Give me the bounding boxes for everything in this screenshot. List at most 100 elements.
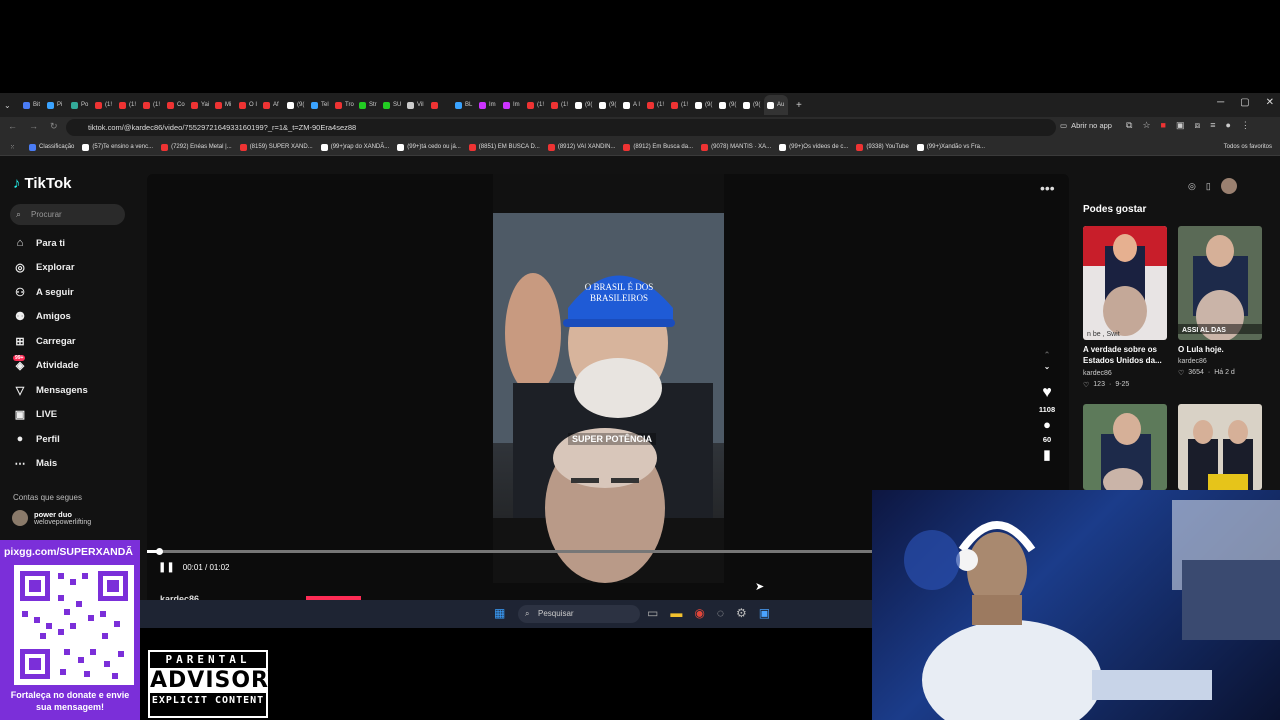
chevron-down-icon[interactable]: ⌄ bbox=[1044, 362, 1050, 371]
close-window-icon[interactable]: ✕ bbox=[1266, 97, 1274, 108]
browser-tab[interactable]: Co bbox=[164, 95, 188, 115]
suggested-thumbnail[interactable] bbox=[1178, 404, 1262, 490]
bookmark-item[interactable]: (9078) MANTIS · XA... bbox=[701, 143, 771, 151]
bookmark-item[interactable]: (9338) YouTube bbox=[856, 143, 909, 151]
browser-tab[interactable]: (9( bbox=[596, 95, 620, 115]
suggested-caption[interactable]: A verdade sobre os Estados Unidos da... bbox=[1083, 344, 1173, 366]
taskbar-search[interactable]: ⌕ Pesquisar bbox=[518, 605, 640, 623]
bookmark-icon[interactable]: ▮ bbox=[1043, 447, 1050, 463]
sidebar-item-para-ti[interactable]: ⌂ Para ti bbox=[13, 233, 133, 253]
browser-tab[interactable]: Str bbox=[356, 95, 380, 115]
new-tab-icon[interactable]: + bbox=[796, 100, 802, 111]
chrome-icon[interactable]: ◉ bbox=[694, 606, 704, 620]
suggested-caption[interactable]: O Lula hoje. bbox=[1178, 344, 1268, 355]
browser-tab[interactable]: (1! bbox=[116, 95, 140, 115]
tab-search-icon[interactable]: ⌄ bbox=[4, 101, 20, 110]
browser-tab[interactable]: A I bbox=[620, 95, 644, 115]
phone-icon[interactable]: ▯ bbox=[1206, 181, 1211, 192]
search-input[interactable]: ⌕ Procurar bbox=[10, 204, 125, 225]
sidebar-item-mensagens[interactable]: ▽ Mensagens bbox=[13, 380, 133, 400]
suggested-thumbnail[interactable] bbox=[1083, 404, 1167, 490]
minimize-icon[interactable]: ─ bbox=[1217, 97, 1224, 108]
bookmark-item[interactable]: (8912) Em Busca da... bbox=[623, 143, 693, 151]
browser-tab[interactable]: (1! bbox=[524, 95, 548, 115]
profile-avatar[interactable]: ● bbox=[1225, 120, 1230, 131]
heart-icon[interactable]: ♥ bbox=[1042, 384, 1052, 402]
maximize-icon[interactable]: ▢ bbox=[1240, 97, 1249, 108]
extension-icon[interactable]: ■ bbox=[1161, 120, 1166, 131]
sidebar-item-carregar[interactable]: ⊞ Carregar bbox=[13, 331, 133, 351]
forward-icon[interactable]: → bbox=[29, 121, 38, 132]
translate-icon[interactable]: ⧉ bbox=[1126, 120, 1132, 131]
browser-tab[interactable]: (1! bbox=[548, 95, 572, 115]
puzzle-icon[interactable]: ⧈ bbox=[1194, 120, 1200, 131]
suggested-author[interactable]: kardec86 bbox=[1083, 370, 1112, 377]
compass-icon[interactable]: ◎ bbox=[1188, 181, 1196, 192]
more-options-icon[interactable]: ••• bbox=[1040, 180, 1055, 196]
suggested-thumbnail[interactable]: ASSI AL DAS bbox=[1178, 226, 1262, 340]
bookmark-item[interactable]: (8159) SUPER XAND... bbox=[239, 143, 313, 151]
bookmark-item[interactable]: (8912) VAI XANDIN... bbox=[547, 143, 615, 151]
bookmark-item[interactable]: (8851) EM BUSCA D... bbox=[468, 143, 540, 151]
bookmark-item[interactable]: (99+)Xandão vs Fra... bbox=[916, 143, 985, 151]
pause-icon[interactable]: ❚❚ bbox=[158, 562, 175, 573]
browser-tab[interactable]: Pi bbox=[44, 95, 68, 115]
sidebar-item-amigos[interactable]: ⚉ Amigos bbox=[13, 306, 133, 326]
all-favorites-link[interactable]: Todos os favoritos bbox=[1224, 144, 1272, 150]
video-progress-handle[interactable] bbox=[156, 548, 163, 555]
browser-tab[interactable]: Tro bbox=[332, 95, 356, 115]
browser-tab[interactable]: Yai bbox=[188, 95, 212, 115]
screenshot-icon[interactable]: ▣ bbox=[1176, 120, 1185, 131]
reload-icon[interactable]: ↻ bbox=[50, 121, 58, 132]
app-icon[interactable]: ◌ bbox=[717, 606, 724, 620]
suggested-thumbnail[interactable]: n be , Swit bbox=[1083, 226, 1167, 340]
tiktok-logo[interactable]: ♪ TikTok bbox=[13, 175, 71, 192]
video-frame[interactable]: O BRASIL É DOS BRASILEIROS bbox=[493, 213, 724, 583]
chevron-up-icon[interactable]: ⌃ bbox=[1044, 350, 1050, 359]
windows-start-icon[interactable]: ▦ bbox=[494, 606, 505, 620]
bookmark-item[interactable]: (7292) Enéas Metal |... bbox=[161, 143, 232, 151]
browser-tab[interactable]: Po bbox=[68, 95, 92, 115]
video-progress-track[interactable] bbox=[147, 550, 872, 553]
url-input[interactable]: tiktok.com/@kardec86/video/7552972164933… bbox=[66, 119, 1056, 136]
browser-tab[interactable]: O I bbox=[236, 95, 260, 115]
browser-tab[interactable]: (1! bbox=[668, 95, 692, 115]
task-view-icon[interactable]: ▭ bbox=[647, 606, 658, 620]
bookmark-item[interactable]: (99+)tá cedo ou já... bbox=[397, 143, 461, 151]
following-account[interactable]: power duo welovepowerlifting bbox=[12, 510, 91, 526]
settings-icon[interactable]: ⚙ bbox=[736, 606, 747, 620]
browser-tab[interactable]: BL bbox=[452, 95, 476, 115]
sidebar-item-a-seguir[interactable]: ⚇ A seguir bbox=[13, 282, 133, 302]
browser-tab[interactable]: (9( bbox=[740, 95, 764, 115]
folder-icon[interactable]: ▬ bbox=[670, 606, 682, 620]
reading-list-icon[interactable]: ≡ bbox=[1210, 120, 1215, 131]
profile-avatar[interactable] bbox=[1220, 178, 1237, 194]
bookmark-item[interactable]: Classificação bbox=[29, 143, 74, 151]
browser-tab[interactable]: Vil bbox=[404, 95, 428, 115]
back-icon[interactable]: ← bbox=[8, 121, 17, 132]
menu-icon[interactable]: ⋮ bbox=[1241, 120, 1250, 131]
comment-icon[interactable]: ● bbox=[1043, 417, 1051, 432]
browser-tab[interactable]: (1! bbox=[140, 95, 164, 115]
suggested-author[interactable]: kardec86 bbox=[1178, 358, 1207, 365]
open-in-app-button[interactable]: ▭ Abrir no app bbox=[1060, 121, 1112, 130]
sidebar-item-perfil[interactable]: ● Perfil bbox=[13, 429, 133, 449]
browser-tab[interactable]: Bit bbox=[20, 95, 44, 115]
browser-tab[interactable]: Mi bbox=[212, 95, 236, 115]
bookmark-item[interactable]: (57)Te ensino a venc... bbox=[82, 143, 153, 151]
browser-tab[interactable]: (1! bbox=[644, 95, 668, 115]
apps-grid-icon[interactable]: ⁙ bbox=[10, 144, 15, 151]
browser-tab[interactable]: (9( bbox=[284, 95, 308, 115]
photos-icon[interactable]: ▣ bbox=[759, 606, 770, 620]
browser-tab[interactable]: (1! bbox=[92, 95, 116, 115]
bookmark-item[interactable]: (99+)rap do XANDÃ... bbox=[320, 143, 389, 151]
browser-tab[interactable]: (9( bbox=[692, 95, 716, 115]
browser-tab[interactable]: Im bbox=[500, 95, 524, 115]
browser-tab[interactable]: Tel bbox=[308, 95, 332, 115]
sidebar-item-explorar[interactable]: ◎ Explorar bbox=[13, 257, 133, 277]
browser-tab[interactable]: SU bbox=[380, 95, 404, 115]
browser-tab[interactable]: (9( bbox=[716, 95, 740, 115]
browser-tab[interactable]: Im bbox=[476, 95, 500, 115]
sidebar-item-atividade[interactable]: ◈ 99+ Atividade bbox=[13, 354, 133, 375]
bookmark-item[interactable]: (99+)Os vídeos de c... bbox=[779, 143, 848, 151]
